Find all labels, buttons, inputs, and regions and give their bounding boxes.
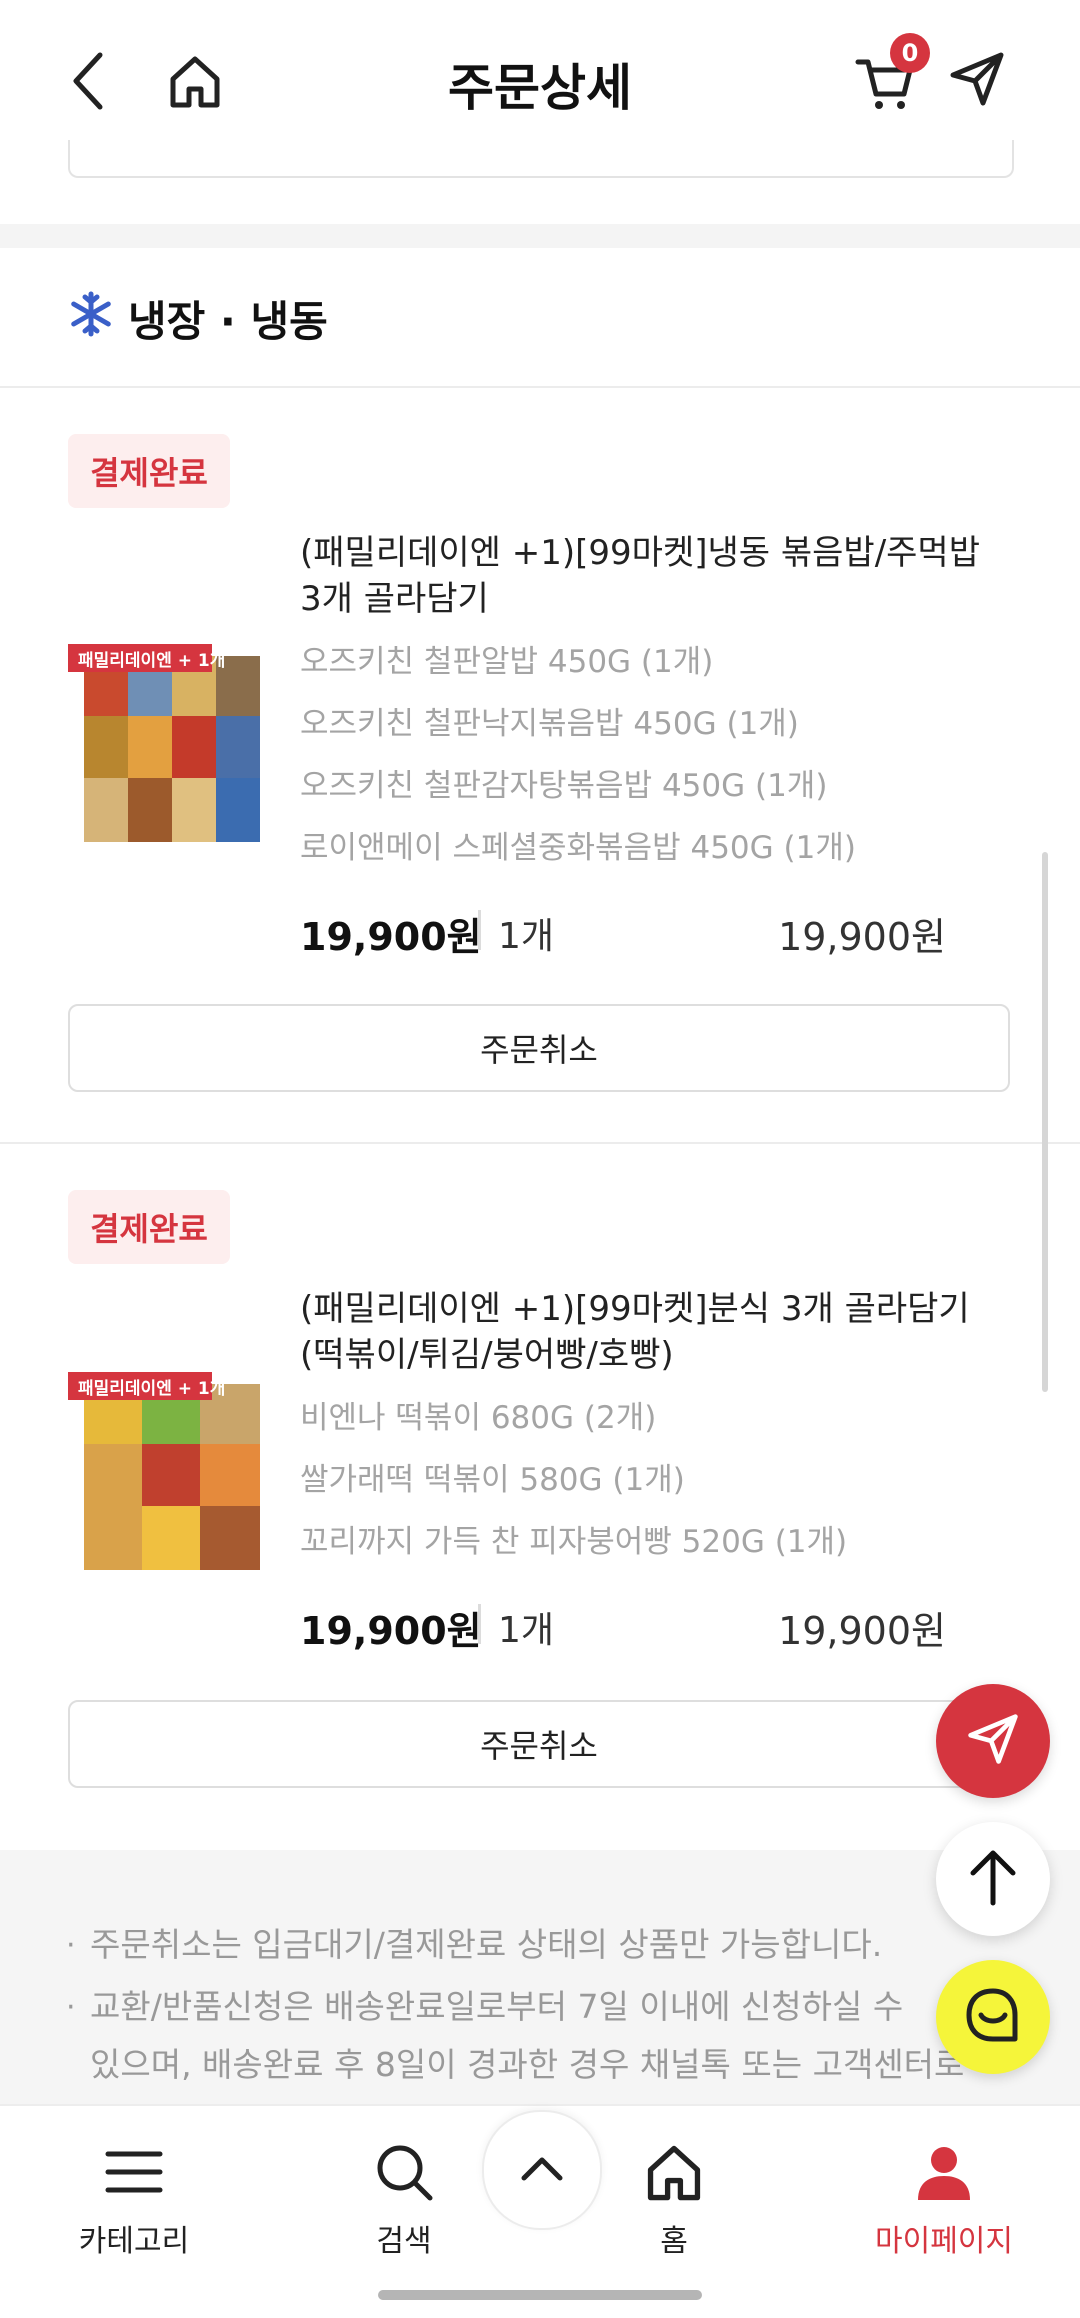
chevron-up-icon [518, 2152, 566, 2188]
product-title[interactable]: (패밀리데이엔 +1)[99마켓]분식 3개 골라담기 (떡볶이/튀김/붕어빵/… [300, 1286, 980, 1378]
section-title: 냉장 · 냉동 [68, 288, 328, 349]
bullet: · [66, 1990, 76, 2025]
system-home-indicator[interactable] [378, 2290, 702, 2300]
nav-item-mypage[interactable]: 마이페이지 [844, 2140, 1044, 2260]
nav-item-category[interactable]: 카테고리 [34, 2140, 234, 2260]
option-item: 쌀가래떡 떡볶이 580G (1개) [300, 1462, 685, 1498]
app-header: 주문상세 0 [0, 0, 1080, 160]
share-send-icon[interactable] [944, 46, 1010, 112]
divider [0, 1142, 1080, 1144]
nav-label: 검색 [376, 2224, 432, 2259]
option-item: 비엔나 떡볶이 680G (2개) [300, 1400, 657, 1436]
snowflake-icon [68, 291, 114, 347]
cart-count-badge: 0 [890, 33, 930, 73]
image-banner: 패밀리데이엔 + 1개 [78, 651, 226, 671]
product-price: 19,900원 [300, 915, 482, 959]
nav-label: 마이페이지 [875, 2224, 1013, 2259]
quantity: 1개 [498, 1610, 555, 1651]
bullet: · [66, 1928, 76, 1963]
product-price: 19,900원 [300, 1609, 482, 1653]
divider [478, 910, 481, 950]
option-item: 오즈키친 철판알밥 450G (1개) [300, 644, 714, 680]
scrollbar[interactable] [1042, 852, 1048, 1392]
option-item: 꼬리까지 가득 찬 피자붕어빵 520G (1개) [300, 1524, 848, 1560]
nav-item-search[interactable]: 검색 [304, 2140, 504, 2260]
cancel-order-button[interactable]: 주문취소 [68, 1004, 1010, 1092]
section-title-text: 냉장 · 냉동 [128, 297, 328, 346]
previous-info-box [68, 140, 1014, 178]
cancel-order-button[interactable]: 주문취소 [68, 1700, 1010, 1788]
notice-text: 있으며, 배송완료 후 8일이 경과한 경우 채널톡 또는 고객센터로 [90, 2045, 965, 2084]
notice-text: 교환/반품신청은 배송완료일로부터 7일 이내에 신청하실 수 [90, 1987, 904, 2026]
status-badge: 결제완료 [68, 1190, 230, 1264]
chat-fab-button[interactable] [936, 1960, 1050, 2074]
home-icon [642, 2140, 706, 2208]
search-icon [372, 2140, 436, 2208]
total-price: 19,900원 [778, 915, 946, 959]
share-send-icon [965, 1711, 1021, 1771]
nav-label: 홈 [660, 2224, 688, 2259]
share-fab-button[interactable] [936, 1684, 1050, 1798]
quantity: 1개 [498, 916, 555, 957]
user-icon [912, 2140, 976, 2208]
divider [478, 1604, 481, 1644]
option-item: 로이앤메이 스페셜중화볶음밥 450G (1개) [300, 830, 856, 866]
notice-text: 주문취소는 입금대기/결제완료 상태의 상품만 가능합니다. [90, 1925, 883, 1964]
image-banner: 패밀리데이엔 + 1개 [78, 1379, 226, 1399]
menu-icon [102, 2140, 166, 2208]
section-separator [0, 224, 1080, 248]
chat-smile-icon [961, 1983, 1025, 2051]
product-image[interactable]: 패밀리데이엔 + 1개 [68, 644, 264, 844]
product-image[interactable]: 패밀리데이엔 + 1개 [68, 1372, 264, 1572]
scroll-top-button[interactable] [936, 1822, 1050, 1936]
product-title[interactable]: (패밀리데이엔 +1)[99마켓]냉동 볶음밥/주먹밥 3개 골라담기 [300, 530, 980, 622]
status-badge: 결제완료 [68, 434, 230, 508]
nav-item-home[interactable]: 홈 [574, 2140, 774, 2260]
nav-label: 카테고리 [78, 2224, 190, 2259]
divider [0, 386, 1080, 388]
scroll-top-arrow-icon [965, 1847, 1021, 1911]
option-item: 오즈키친 철판감자탕볶음밥 450G (1개) [300, 768, 828, 804]
total-price: 19,900원 [778, 1609, 946, 1653]
option-item: 오즈키친 철판낙지볶음밥 450G (1개) [300, 706, 799, 742]
